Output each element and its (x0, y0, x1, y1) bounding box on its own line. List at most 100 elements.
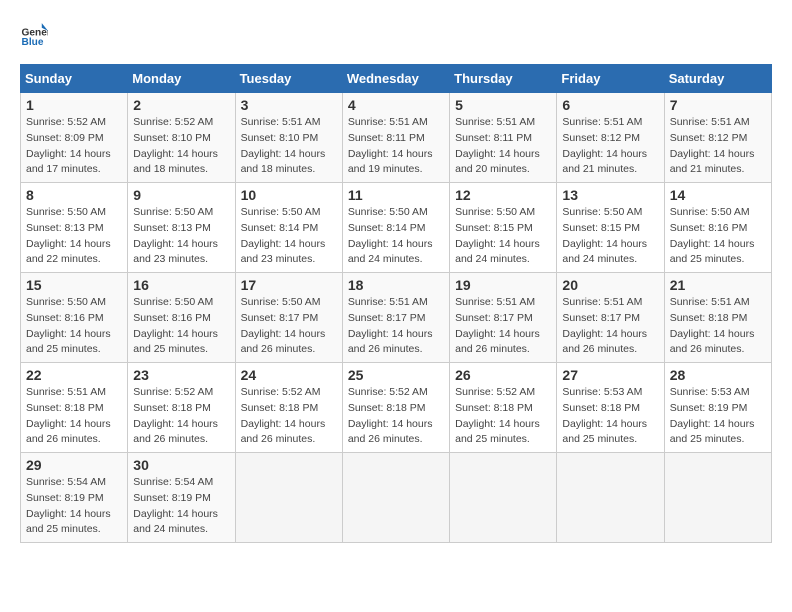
day-info: Sunrise: 5:51 AM Sunset: 8:17 PM Dayligh… (455, 295, 551, 358)
day-info: Sunrise: 5:51 AM Sunset: 8:18 PM Dayligh… (26, 385, 122, 448)
calendar-cell: 20 Sunrise: 5:51 AM Sunset: 8:17 PM Dayl… (557, 273, 664, 363)
weekday-header-sunday: Sunday (21, 65, 128, 93)
day-number: 5 (455, 97, 551, 113)
day-number: 6 (562, 97, 658, 113)
calendar-cell: 15 Sunrise: 5:50 AM Sunset: 8:16 PM Dayl… (21, 273, 128, 363)
day-number: 12 (455, 187, 551, 203)
calendar-week-1: 1 Sunrise: 5:52 AM Sunset: 8:09 PM Dayli… (21, 93, 772, 183)
day-info: Sunrise: 5:51 AM Sunset: 8:10 PM Dayligh… (241, 115, 337, 178)
weekday-header-monday: Monday (128, 65, 235, 93)
day-info: Sunrise: 5:54 AM Sunset: 8:19 PM Dayligh… (26, 475, 122, 538)
calendar-cell: 4 Sunrise: 5:51 AM Sunset: 8:11 PM Dayli… (342, 93, 449, 183)
day-info: Sunrise: 5:50 AM Sunset: 8:17 PM Dayligh… (241, 295, 337, 358)
day-info: Sunrise: 5:51 AM Sunset: 8:11 PM Dayligh… (455, 115, 551, 178)
calendar-cell: 8 Sunrise: 5:50 AM Sunset: 8:13 PM Dayli… (21, 183, 128, 273)
day-number: 18 (348, 277, 444, 293)
calendar-week-3: 15 Sunrise: 5:50 AM Sunset: 8:16 PM Dayl… (21, 273, 772, 363)
calendar-cell: 14 Sunrise: 5:50 AM Sunset: 8:16 PM Dayl… (664, 183, 771, 273)
calendar-cell: 11 Sunrise: 5:50 AM Sunset: 8:14 PM Dayl… (342, 183, 449, 273)
weekday-header-tuesday: Tuesday (235, 65, 342, 93)
svg-text:Blue: Blue (22, 37, 44, 48)
day-info: Sunrise: 5:51 AM Sunset: 8:12 PM Dayligh… (670, 115, 766, 178)
day-info: Sunrise: 5:50 AM Sunset: 8:16 PM Dayligh… (26, 295, 122, 358)
day-number: 25 (348, 367, 444, 383)
day-info: Sunrise: 5:51 AM Sunset: 8:18 PM Dayligh… (670, 295, 766, 358)
calendar-cell: 7 Sunrise: 5:51 AM Sunset: 8:12 PM Dayli… (664, 93, 771, 183)
day-number: 2 (133, 97, 229, 113)
day-info: Sunrise: 5:50 AM Sunset: 8:13 PM Dayligh… (133, 205, 229, 268)
day-number: 15 (26, 277, 122, 293)
day-number: 1 (26, 97, 122, 113)
calendar-week-2: 8 Sunrise: 5:50 AM Sunset: 8:13 PM Dayli… (21, 183, 772, 273)
calendar-cell: 12 Sunrise: 5:50 AM Sunset: 8:15 PM Dayl… (450, 183, 557, 273)
day-info: Sunrise: 5:52 AM Sunset: 8:10 PM Dayligh… (133, 115, 229, 178)
calendar-cell (450, 453, 557, 543)
day-info: Sunrise: 5:52 AM Sunset: 8:18 PM Dayligh… (241, 385, 337, 448)
day-number: 26 (455, 367, 551, 383)
day-number: 9 (133, 187, 229, 203)
day-number: 29 (26, 457, 122, 473)
day-number: 11 (348, 187, 444, 203)
day-info: Sunrise: 5:51 AM Sunset: 8:11 PM Dayligh… (348, 115, 444, 178)
day-info: Sunrise: 5:52 AM Sunset: 8:09 PM Dayligh… (26, 115, 122, 178)
day-number: 30 (133, 457, 229, 473)
day-info: Sunrise: 5:50 AM Sunset: 8:14 PM Dayligh… (348, 205, 444, 268)
day-number: 3 (241, 97, 337, 113)
calendar-cell: 26 Sunrise: 5:52 AM Sunset: 8:18 PM Dayl… (450, 363, 557, 453)
day-info: Sunrise: 5:50 AM Sunset: 8:16 PM Dayligh… (670, 205, 766, 268)
calendar-cell: 2 Sunrise: 5:52 AM Sunset: 8:10 PM Dayli… (128, 93, 235, 183)
calendar-cell: 22 Sunrise: 5:51 AM Sunset: 8:18 PM Dayl… (21, 363, 128, 453)
day-number: 28 (670, 367, 766, 383)
day-info: Sunrise: 5:51 AM Sunset: 8:12 PM Dayligh… (562, 115, 658, 178)
day-info: Sunrise: 5:52 AM Sunset: 8:18 PM Dayligh… (348, 385, 444, 448)
calendar-cell: 1 Sunrise: 5:52 AM Sunset: 8:09 PM Dayli… (21, 93, 128, 183)
day-number: 19 (455, 277, 551, 293)
calendar-cell: 27 Sunrise: 5:53 AM Sunset: 8:18 PM Dayl… (557, 363, 664, 453)
calendar-cell: 19 Sunrise: 5:51 AM Sunset: 8:17 PM Dayl… (450, 273, 557, 363)
calendar-cell: 6 Sunrise: 5:51 AM Sunset: 8:12 PM Dayli… (557, 93, 664, 183)
calendar-cell: 17 Sunrise: 5:50 AM Sunset: 8:17 PM Dayl… (235, 273, 342, 363)
calendar-cell: 18 Sunrise: 5:51 AM Sunset: 8:17 PM Dayl… (342, 273, 449, 363)
day-number: 27 (562, 367, 658, 383)
weekday-header-friday: Friday (557, 65, 664, 93)
day-number: 20 (562, 277, 658, 293)
calendar-cell: 29 Sunrise: 5:54 AM Sunset: 8:19 PM Dayl… (21, 453, 128, 543)
day-number: 21 (670, 277, 766, 293)
calendar-cell: 30 Sunrise: 5:54 AM Sunset: 8:19 PM Dayl… (128, 453, 235, 543)
calendar-cell (235, 453, 342, 543)
day-info: Sunrise: 5:51 AM Sunset: 8:17 PM Dayligh… (348, 295, 444, 358)
calendar-cell: 13 Sunrise: 5:50 AM Sunset: 8:15 PM Dayl… (557, 183, 664, 273)
day-number: 17 (241, 277, 337, 293)
weekday-header-wednesday: Wednesday (342, 65, 449, 93)
day-number: 8 (26, 187, 122, 203)
day-number: 14 (670, 187, 766, 203)
day-number: 10 (241, 187, 337, 203)
day-number: 13 (562, 187, 658, 203)
calendar-cell: 9 Sunrise: 5:50 AM Sunset: 8:13 PM Dayli… (128, 183, 235, 273)
day-number: 7 (670, 97, 766, 113)
calendar-cell: 5 Sunrise: 5:51 AM Sunset: 8:11 PM Dayli… (450, 93, 557, 183)
day-info: Sunrise: 5:50 AM Sunset: 8:15 PM Dayligh… (455, 205, 551, 268)
weekday-header-thursday: Thursday (450, 65, 557, 93)
calendar-cell (557, 453, 664, 543)
day-number: 23 (133, 367, 229, 383)
day-number: 24 (241, 367, 337, 383)
day-number: 16 (133, 277, 229, 293)
day-info: Sunrise: 5:50 AM Sunset: 8:13 PM Dayligh… (26, 205, 122, 268)
day-info: Sunrise: 5:53 AM Sunset: 8:18 PM Dayligh… (562, 385, 658, 448)
day-info: Sunrise: 5:54 AM Sunset: 8:19 PM Dayligh… (133, 475, 229, 538)
calendar-week-4: 22 Sunrise: 5:51 AM Sunset: 8:18 PM Dayl… (21, 363, 772, 453)
calendar-week-5: 29 Sunrise: 5:54 AM Sunset: 8:19 PM Dayl… (21, 453, 772, 543)
calendar-cell (664, 453, 771, 543)
logo-icon: General Blue (20, 20, 48, 48)
calendar-cell: 23 Sunrise: 5:52 AM Sunset: 8:18 PM Dayl… (128, 363, 235, 453)
day-info: Sunrise: 5:52 AM Sunset: 8:18 PM Dayligh… (455, 385, 551, 448)
calendar-table: SundayMondayTuesdayWednesdayThursdayFrid… (20, 64, 772, 543)
calendar-cell: 16 Sunrise: 5:50 AM Sunset: 8:16 PM Dayl… (128, 273, 235, 363)
day-number: 22 (26, 367, 122, 383)
calendar-cell: 28 Sunrise: 5:53 AM Sunset: 8:19 PM Dayl… (664, 363, 771, 453)
logo: General Blue (20, 20, 52, 48)
calendar-cell: 24 Sunrise: 5:52 AM Sunset: 8:18 PM Dayl… (235, 363, 342, 453)
day-info: Sunrise: 5:52 AM Sunset: 8:18 PM Dayligh… (133, 385, 229, 448)
calendar-cell: 25 Sunrise: 5:52 AM Sunset: 8:18 PM Dayl… (342, 363, 449, 453)
